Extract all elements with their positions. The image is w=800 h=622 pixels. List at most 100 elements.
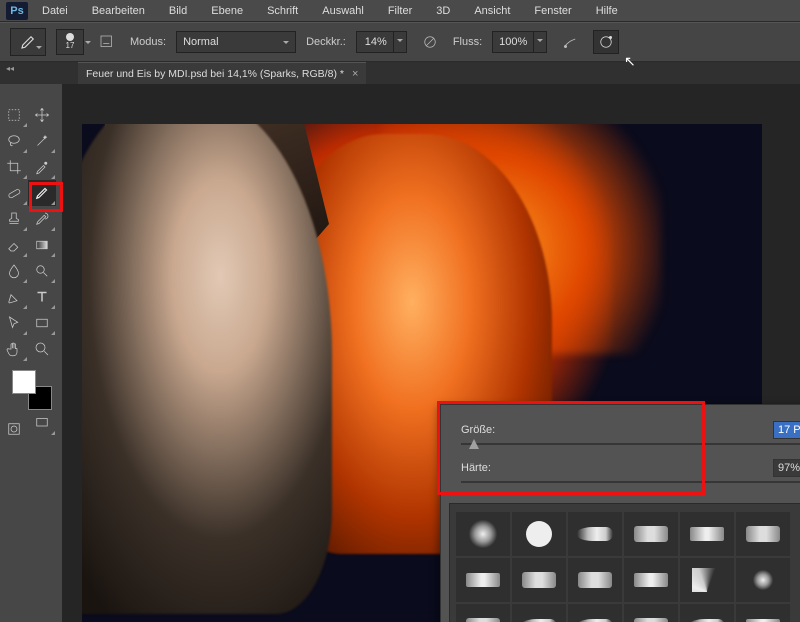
blend-mode-select[interactable]: Normal: [176, 31, 296, 53]
brush-preset[interactable]: [568, 512, 622, 556]
pressure-size-toggle[interactable]: [593, 30, 619, 54]
type-tool[interactable]: [28, 284, 56, 310]
color-swatches[interactable]: [12, 370, 52, 410]
document-tab[interactable]: Feuer und Eis by MDI.psd bei 14,1% (Spar…: [78, 62, 366, 84]
brush-panel-toggle[interactable]: [94, 30, 120, 54]
tool-preset-picker[interactable]: [10, 28, 46, 56]
brush-preset[interactable]: [680, 512, 734, 556]
highlight-brush-settings: [437, 401, 705, 495]
zoom-icon: [33, 340, 51, 358]
gradient-tool[interactable]: [28, 232, 56, 258]
crop-tool[interactable]: [0, 154, 28, 180]
brush-preset[interactable]: [568, 604, 622, 622]
type-icon: [33, 288, 51, 306]
eraser-tool[interactable]: [0, 232, 28, 258]
menu-image[interactable]: Bild: [159, 2, 197, 20]
lasso-icon: [5, 132, 23, 150]
flow-label: Fluss:: [453, 36, 482, 48]
menu-filter[interactable]: Filter: [378, 2, 422, 20]
move-tool[interactable]: [28, 102, 56, 128]
screenmode-toggle[interactable]: [28, 410, 56, 436]
app-logo: Ps: [6, 2, 28, 20]
marquee-icon: [5, 106, 23, 124]
menu-file[interactable]: Datei: [32, 2, 78, 20]
airbrush-toggle[interactable]: [557, 30, 583, 54]
size-input[interactable]: 17 Px: [773, 421, 800, 439]
hardness-input[interactable]: 97%: [773, 459, 800, 477]
dodge-tool[interactable]: [28, 258, 56, 284]
dodge-icon: [33, 262, 51, 280]
pressure-icon: [421, 33, 439, 51]
brush-presets-grid: [449, 503, 800, 622]
brush-preset-picker[interactable]: 17: [56, 29, 84, 55]
lasso-tool[interactable]: [0, 128, 28, 154]
path-select-tool[interactable]: [0, 310, 28, 336]
move-icon: [33, 106, 51, 124]
canvas-area[interactable]: Größe: 17 Px Härte: 97%: [62, 84, 800, 622]
healing-tool[interactable]: [0, 180, 28, 206]
brush-preset[interactable]: [736, 512, 790, 556]
rectangle-icon: [33, 314, 51, 332]
brush-preset[interactable]: [680, 604, 734, 622]
artwork-man: [82, 124, 332, 614]
bandaid-icon: [5, 184, 23, 202]
menu-help[interactable]: Hilfe: [586, 2, 628, 20]
brush-preset[interactable]: [680, 558, 734, 602]
brush-preset[interactable]: [456, 512, 510, 556]
opacity-dropdown[interactable]: [393, 31, 407, 53]
airbrush-icon: [561, 33, 579, 51]
brush-preset[interactable]: [512, 558, 566, 602]
menu-window[interactable]: Fenster: [524, 2, 581, 20]
brush-preset[interactable]: [624, 558, 678, 602]
brush-preset[interactable]: [624, 604, 678, 622]
brush-preset[interactable]: [568, 558, 622, 602]
menu-type[interactable]: Schrift: [257, 2, 308, 20]
brush-preset[interactable]: [736, 604, 790, 622]
eyedropper-tool[interactable]: [28, 154, 56, 180]
screenmode-icon: [33, 414, 51, 432]
hand-tool[interactable]: [0, 336, 28, 362]
brush-size-number: 17: [66, 41, 75, 50]
tools-panel: [0, 84, 62, 622]
opacity-input[interactable]: 14%: [356, 31, 394, 53]
menu-3d[interactable]: 3D: [426, 2, 460, 20]
flow-dropdown[interactable]: [533, 31, 547, 53]
brush-preset[interactable]: [624, 512, 678, 556]
blur-icon: [5, 262, 23, 280]
menu-edit[interactable]: Bearbeiten: [82, 2, 155, 20]
pressure-size-icon: [597, 33, 615, 51]
hand-icon: [5, 340, 23, 358]
eyedropper-icon: [33, 158, 51, 176]
quickmask-toggle[interactable]: [0, 416, 28, 442]
mode-label: Modus:: [130, 36, 166, 48]
brush-preset[interactable]: [512, 604, 566, 622]
foreground-color[interactable]: [12, 370, 36, 394]
brush-panel-icon: [98, 33, 116, 51]
shape-tool[interactable]: [28, 310, 56, 336]
magic-wand-tool[interactable]: [28, 128, 56, 154]
close-tab-icon[interactable]: ×: [352, 68, 358, 80]
brush-preset[interactable]: [456, 604, 510, 622]
menu-layer[interactable]: Ebene: [201, 2, 253, 20]
pressure-opacity-toggle[interactable]: [417, 30, 443, 54]
menu-view[interactable]: Ansicht: [464, 2, 520, 20]
brush-preset[interactable]: [456, 558, 510, 602]
highlight-brush-tool: [29, 182, 63, 212]
wand-icon: [33, 132, 51, 150]
menu-select[interactable]: Auswahl: [312, 2, 374, 20]
brush-preset[interactable]: [512, 512, 566, 556]
document-tab-bar: Feuer und Eis by MDI.psd bei 14,1% (Spar…: [0, 62, 800, 84]
blur-tool[interactable]: [0, 258, 28, 284]
brush-icon: [19, 33, 37, 51]
stamp-icon: [5, 210, 23, 228]
stamp-tool[interactable]: [0, 206, 28, 232]
marquee-tool[interactable]: [0, 102, 28, 128]
pen-tool[interactable]: [0, 284, 28, 310]
document-tab-title: Feuer und Eis by MDI.psd bei 14,1% (Spar…: [86, 68, 344, 80]
menu-bar: Ps Datei Bearbeiten Bild Ebene Schrift A…: [0, 0, 800, 22]
zoom-tool[interactable]: [28, 336, 56, 362]
mouse-cursor: ↖: [624, 53, 636, 70]
flow-input[interactable]: 100%: [492, 31, 534, 53]
eraser-icon: [5, 236, 23, 254]
brush-preset[interactable]: [736, 558, 790, 602]
